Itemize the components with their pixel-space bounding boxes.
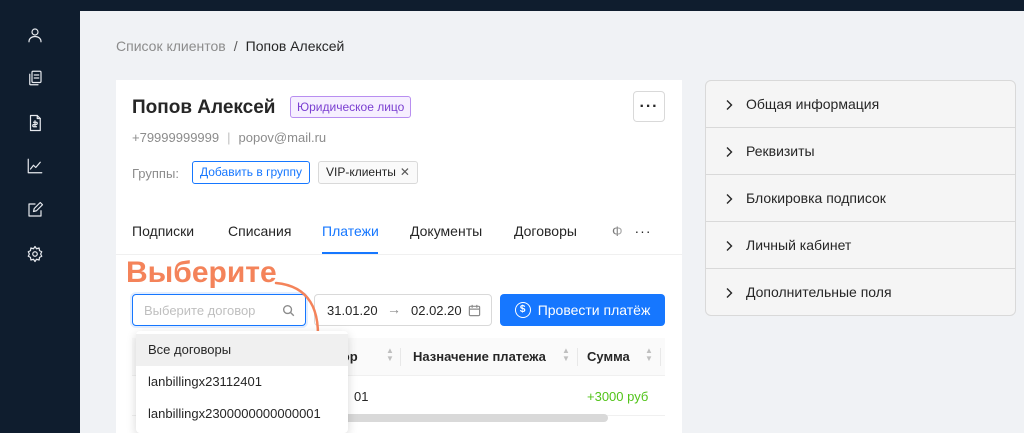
calendar-icon (468, 304, 481, 317)
tab-charges[interactable]: Списания (228, 223, 291, 239)
client-contacts: +79999999999 | popov@mail.ru (132, 130, 326, 145)
make-payment-button[interactable]: $ Провести платёж (500, 294, 665, 326)
panel-label: Блокировка подписок (746, 190, 886, 206)
tabs-more-button[interactable]: ··· (628, 220, 658, 242)
dropdown-option[interactable]: lanbillingx23112401 (136, 366, 348, 398)
dollar-coin-icon: $ (514, 302, 531, 318)
user-icon[interactable] (24, 24, 46, 46)
make-payment-label: Провести платёж (537, 302, 651, 318)
close-icon[interactable]: ✕ (400, 165, 410, 179)
tab-payments[interactable]: Платежи (322, 223, 379, 239)
add-to-group-button[interactable]: Добавить в группу (192, 161, 310, 184)
contact-separator: | (227, 130, 231, 145)
panel-label: Общая информация (746, 96, 880, 112)
contract-dropdown: Все договоры lanbillingx23112401 lanbill… (136, 331, 348, 433)
panel-label: Дополнительные поля (746, 284, 892, 300)
breadcrumb-current: Попов Алексей (245, 38, 345, 54)
sort-icon[interactable]: ▲ ▼ (386, 347, 394, 363)
tabs-divider (116, 254, 682, 255)
chevron-right-icon (724, 145, 734, 157)
date-to[interactable]: 02.02.20 (411, 303, 462, 318)
date-range-picker[interactable]: 31.01.20 → 02.02.20 (314, 294, 492, 326)
breadcrumb-parent[interactable]: Список клиентов (116, 38, 226, 54)
client-type-badge: Юридическое лицо (290, 96, 412, 118)
tab-contracts[interactable]: Договоры (514, 223, 577, 239)
date-from[interactable]: 31.01.20 (327, 303, 378, 318)
tab-subscriptions[interactable]: Подписки (132, 223, 194, 239)
client-phone: +79999999999 (132, 130, 220, 145)
column-amount[interactable]: Сумма (587, 349, 630, 364)
search-icon (282, 304, 295, 317)
chevron-right-icon (724, 286, 734, 298)
cell-amount: +3000 руб (587, 389, 649, 404)
chart-line-icon[interactable] (24, 155, 46, 177)
panel-label: Личный кабинет (746, 237, 852, 253)
column-divider (400, 348, 401, 366)
copy-documents-icon[interactable] (24, 67, 46, 89)
edit-square-icon[interactable] (24, 199, 46, 221)
chevron-right-icon (724, 98, 734, 110)
chevron-right-icon (724, 239, 734, 251)
panel-personal-account[interactable]: Личный кабинет (706, 222, 1015, 269)
sort-icon[interactable]: ▲ ▼ (645, 347, 653, 363)
dropdown-option[interactable]: lanbillingx2300000000000001 (136, 398, 348, 430)
settings-gear-icon[interactable] (24, 243, 46, 265)
tabs: Подписки Списания Платежи Документы Дого… (116, 210, 682, 255)
invoice-icon[interactable] (24, 112, 46, 134)
panel-additional-fields[interactable]: Дополнительные поля (706, 269, 1015, 315)
client-name: Попов Алексей (132, 97, 276, 118)
tab-documents[interactable]: Документы (410, 223, 482, 239)
sort-icon[interactable]: ▲ ▼ (562, 347, 570, 363)
cell-contract: 01 (354, 389, 369, 404)
annotation-label: Выберите (126, 256, 277, 289)
group-tag-vip: VIP-клиенты ✕ (318, 161, 418, 184)
column-divider (577, 348, 578, 366)
panel-subscription-block[interactable]: Блокировка подписок (706, 175, 1015, 222)
dropdown-option-all-contracts[interactable]: Все договоры (136, 334, 348, 366)
arrow-right-icon: → (387, 301, 401, 317)
top-bar (80, 0, 1024, 11)
contract-select[interactable]: Выберите договор (132, 294, 306, 326)
contract-select-placeholder: Выберите договор (144, 303, 256, 318)
sidebar (0, 0, 80, 433)
group-tag-label: VIP-клиенты (326, 165, 396, 179)
column-divider (660, 348, 661, 366)
client-email: popov@mail.ru (238, 130, 327, 145)
column-purpose[interactable]: Назначение платежа (413, 349, 546, 364)
more-actions-button[interactable]: ··· (633, 91, 665, 122)
breadcrumb: Список клиентов / Попов Алексей (116, 38, 344, 54)
panel-general-info[interactable]: Общая информация (706, 81, 1015, 128)
panel-requisites[interactable]: Реквизиты (706, 128, 1015, 175)
breadcrumb-separator: / (233, 38, 238, 54)
groups-label: Группы: (132, 166, 179, 181)
info-collapse: Общая информация Реквизиты Блокировка по… (705, 80, 1016, 316)
panel-label: Реквизиты (746, 143, 815, 159)
chevron-right-icon (724, 192, 734, 204)
horizontal-scrollbar[interactable] (336, 414, 608, 422)
